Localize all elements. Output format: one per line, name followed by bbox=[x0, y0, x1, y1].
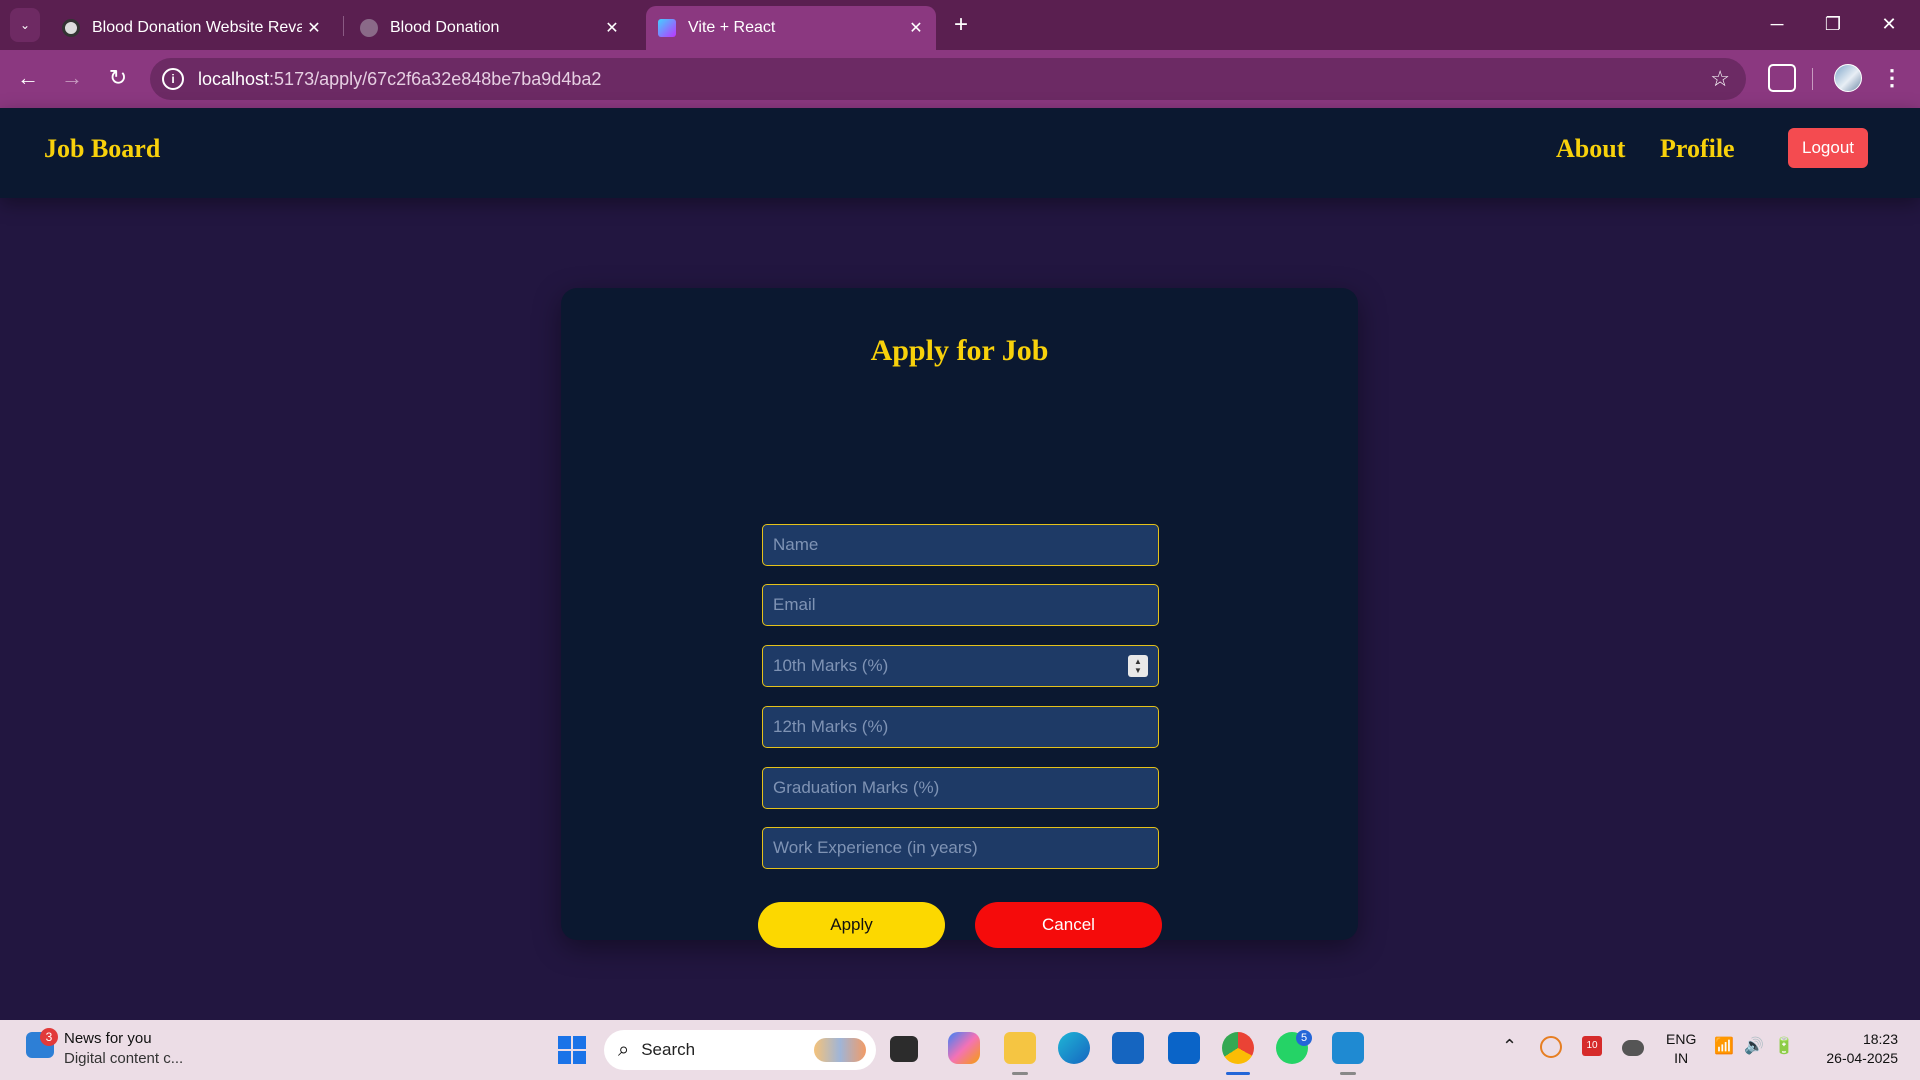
work-experience-field[interactable]: Work Experience (in years) bbox=[762, 827, 1159, 869]
browser-tab-strip: ⌄ Blood Donation Website Revamp ✕ Blood … bbox=[0, 0, 1920, 50]
tab-blood-donation[interactable]: Blood Donation ✕ bbox=[348, 6, 632, 50]
site-info-icon[interactable]: i bbox=[162, 68, 184, 90]
tab-title: Blood Donation bbox=[390, 19, 500, 36]
news-title[interactable]: News for you bbox=[64, 1030, 152, 1047]
bookmark-star-icon[interactable]: ☆ bbox=[1710, 66, 1730, 92]
chevron-down-icon: ⌄ bbox=[19, 18, 31, 32]
forward-button[interactable]: → bbox=[54, 60, 90, 96]
browser-menu-icon[interactable]: ⋮ bbox=[1880, 60, 1904, 96]
volume-icon[interactable]: 🔊 bbox=[1744, 1036, 1764, 1056]
globe-icon bbox=[360, 19, 378, 37]
app-navbar: Job Board About Profile Logout bbox=[0, 108, 1920, 198]
tab-title: Vite + React bbox=[688, 19, 776, 36]
reload-button[interactable]: ↻ bbox=[100, 60, 136, 96]
news-subtitle[interactable]: Digital content c... bbox=[64, 1050, 183, 1067]
running-indicator bbox=[1340, 1072, 1356, 1075]
cancel-button[interactable]: Cancel bbox=[975, 902, 1162, 948]
profile-avatar[interactable] bbox=[1834, 64, 1862, 92]
vscode-icon[interactable] bbox=[1332, 1032, 1364, 1064]
spinner-up-icon[interactable]: ▲ bbox=[1134, 657, 1142, 666]
toolbar-divider bbox=[1812, 68, 1813, 90]
active-app-indicator bbox=[1226, 1072, 1250, 1075]
start-windows-icon[interactable] bbox=[558, 1036, 586, 1064]
copilot-icon[interactable] bbox=[948, 1032, 980, 1064]
browser-toolbar: ← → ↻ i localhost:5173/apply/67c2f6a32e8… bbox=[0, 50, 1920, 108]
page-viewport: Job Board About Profile Logout Apply for… bbox=[0, 108, 1920, 1020]
chrome-icon[interactable] bbox=[1222, 1032, 1254, 1064]
close-icon[interactable]: ✕ bbox=[904, 18, 928, 38]
form-title: Apply for Job bbox=[870, 334, 1049, 367]
whatsapp-badge: 5 bbox=[1296, 1030, 1312, 1046]
outlook-icon[interactable] bbox=[1168, 1032, 1200, 1064]
apply-form-card: Apply for Job Name Email 10th Marks (%) … bbox=[561, 288, 1358, 948]
new-tab-button[interactable]: + bbox=[946, 10, 976, 40]
language-indicator[interactable]: ENG IN bbox=[1666, 1030, 1696, 1068]
minimize-button[interactable]: ─ bbox=[1754, 4, 1800, 44]
tab-vite-react[interactable]: Vite + React ✕ bbox=[646, 6, 936, 50]
calendar-tray-icon[interactable]: 10 bbox=[1582, 1036, 1602, 1056]
logout-button[interactable]: Logout bbox=[1788, 128, 1868, 168]
nav-link-profile[interactable]: Profile bbox=[1660, 134, 1735, 164]
email-field[interactable]: Email bbox=[762, 584, 1159, 626]
restore-button[interactable]: ❐ bbox=[1810, 4, 1856, 44]
tab-blood-donation-revamp[interactable]: Blood Donation Website Revamp ✕ bbox=[50, 6, 334, 50]
search-label: Search bbox=[641, 1040, 696, 1059]
graduation-marks-field[interactable]: Graduation Marks (%) bbox=[762, 767, 1159, 809]
extensions-icon[interactable] bbox=[1768, 64, 1796, 92]
tray-overflow-chevron-icon[interactable]: ⌃ bbox=[1502, 1036, 1517, 1057]
name-field[interactable]: Name bbox=[762, 524, 1159, 566]
nav-link-about[interactable]: About bbox=[1556, 134, 1625, 164]
search-icon: ⌕ bbox=[618, 1038, 630, 1061]
edge-icon[interactable] bbox=[1058, 1032, 1090, 1064]
onedrive-icon[interactable] bbox=[1622, 1040, 1644, 1056]
address-bar[interactable]: i localhost:5173/apply/67c2f6a32e848be7b… bbox=[150, 58, 1746, 100]
vite-icon bbox=[658, 19, 676, 37]
file-explorer-icon[interactable] bbox=[1004, 1032, 1036, 1064]
chatgpt-icon bbox=[62, 19, 80, 37]
search-highlight-image bbox=[814, 1038, 866, 1062]
task-view-icon[interactable] bbox=[890, 1036, 918, 1062]
windows-taskbar: 3 News for you Digital content c... ⌕ Se… bbox=[0, 1020, 1920, 1080]
apply-button[interactable]: Apply bbox=[758, 902, 945, 948]
tab-search-button[interactable]: ⌄ bbox=[10, 8, 40, 42]
wifi-icon[interactable]: 📶 bbox=[1714, 1036, 1734, 1056]
tenth-marks-field[interactable]: 10th Marks (%) ▲ ▼ bbox=[762, 645, 1159, 687]
tenth-marks-placeholder: 10th Marks (%) bbox=[773, 656, 889, 675]
sync-icon[interactable] bbox=[1540, 1036, 1562, 1058]
battery-icon[interactable]: 🔋 bbox=[1774, 1036, 1794, 1056]
brand-logo[interactable]: Job Board bbox=[44, 134, 160, 164]
clock[interactable]: 18:23 26-04-2025 bbox=[1818, 1030, 1898, 1068]
running-indicator bbox=[1012, 1072, 1028, 1075]
news-badge: 3 bbox=[40, 1028, 58, 1046]
tab-title: Blood Donation Website Revamp bbox=[92, 19, 302, 36]
spinner-down-icon[interactable]: ▼ bbox=[1134, 666, 1142, 675]
twelfth-marks-field[interactable]: 12th Marks (%) bbox=[762, 706, 1159, 748]
close-icon[interactable]: ✕ bbox=[600, 18, 624, 38]
microsoft-store-icon[interactable] bbox=[1112, 1032, 1144, 1064]
back-button[interactable]: ← bbox=[10, 60, 46, 96]
number-spinner[interactable]: ▲ ▼ bbox=[1128, 655, 1148, 677]
taskbar-search[interactable]: ⌕ Search bbox=[604, 1030, 876, 1070]
tab-divider bbox=[343, 16, 344, 36]
close-icon[interactable]: ✕ bbox=[302, 18, 326, 38]
close-window-button[interactable]: ✕ bbox=[1866, 4, 1912, 44]
url-text[interactable]: localhost:5173/apply/67c2f6a32e848be7ba9… bbox=[198, 69, 601, 90]
